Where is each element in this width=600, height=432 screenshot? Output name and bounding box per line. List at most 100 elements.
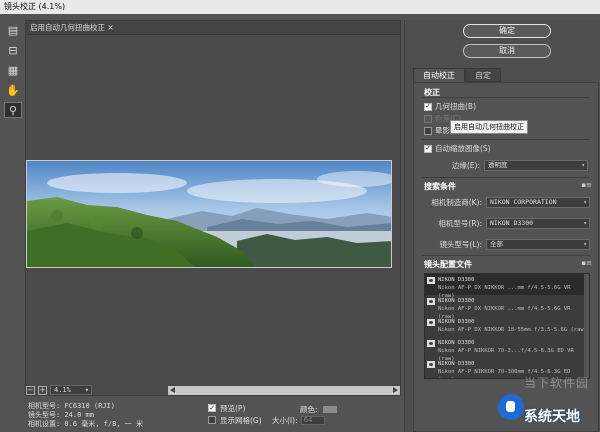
tooltip: 启用自动几何扭曲校正 (450, 120, 528, 134)
camera-model-row: 相机型号(R): NIKON D3300 ▾ (414, 217, 590, 229)
grid-size: 大小(I): 64 (272, 415, 325, 426)
profile-camera: NIKON D3300 (438, 361, 475, 367)
tab-bar: 自动校正 自定 (413, 68, 501, 82)
zoom-level-select[interactable]: 4.1% ▾ (50, 385, 92, 395)
camera-icon (427, 298, 435, 305)
lens-model-value: 全部 (490, 239, 503, 248)
profile-lens: Nikon AF-P DX NIKKOR 18-55mm f/3.5-5.6G … (438, 327, 588, 333)
show-grid-option[interactable]: 显示网格(G) (208, 414, 262, 426)
zoom-out-button[interactable]: − (26, 385, 35, 395)
zoom-tool-icon[interactable]: ⚲ (4, 102, 22, 118)
chevron-down-icon: ▾ (583, 219, 587, 227)
grid-color: 颜色: (300, 404, 337, 415)
cancel-button[interactable]: 取消 (463, 44, 551, 58)
auto-scale-checkbox[interactable]: ✓ (424, 144, 432, 153)
zoom-level-value: 4.1% (54, 386, 71, 394)
list-item[interactable]: NIKON D3300 Nikon AF-P DX NIKKOR 18-55mm … (425, 316, 589, 337)
chevron-down-icon: ▾ (583, 198, 587, 206)
vignette-checkbox[interactable] (424, 126, 432, 135)
profiles-menu-icon[interactable]: ▪≡ (581, 259, 592, 267)
tool-palette: ▤ ⊟ ▦ ✋ ⚲ (4, 20, 26, 122)
preview-canvas[interactable]: 启用自动几何扭曲校正 × (25, 20, 401, 396)
preview-option[interactable]: ✓ 预览(P) (208, 402, 262, 414)
geometric-distortion-label: 几何扭曲(B) (435, 102, 476, 111)
grid-size-field[interactable]: 64 (300, 416, 325, 425)
profile-camera: NIKON D3300 (438, 340, 475, 346)
camera-model-label: 相机型号(R): (438, 218, 482, 228)
geometric-distortion-checkbox[interactable]: ✓ (424, 102, 432, 111)
camera-model-line: 相机型号: FC6310 (RJI) (28, 402, 116, 410)
window-title: 镜头校正 (4.1%) (0, 0, 600, 14)
divider (422, 255, 590, 256)
edge-label: 边缘(E): (451, 160, 480, 170)
search-section-title: 搜索条件 (424, 182, 456, 191)
profiles-section-title: 镜头配置文件 (424, 260, 472, 269)
lens-model-line: 镜头型号: 24.0 mm (28, 411, 94, 419)
camera-maker-row: 相机制造商(K): NIKON CORPORATION ▾ (414, 196, 590, 208)
remove-distortion-tool-icon[interactable]: ▤ (4, 22, 22, 38)
watermark-logo-icon (498, 394, 524, 420)
preview-header: 启用自动几何扭曲校正 × (26, 21, 400, 35)
camera-model-value: NIKON D3300 (490, 218, 534, 227)
zoom-in-button[interactable]: + (38, 385, 47, 395)
watermark: 当下软件园 系统天地 (494, 370, 600, 432)
profile-list-scrollbar[interactable] (584, 274, 589, 378)
divider (422, 177, 590, 178)
list-item[interactable]: NIKON D3300 Nikon AF-P NIKKOR 70-3...f/4.… (425, 337, 589, 362)
divider (422, 139, 590, 140)
profile-camera: NIKON D3300 (438, 298, 475, 304)
hand-tool-icon[interactable]: ✋ (4, 82, 22, 98)
close-icon[interactable]: × (107, 23, 113, 32)
horizontal-scrollbar[interactable] (168, 386, 400, 395)
zoom-controls: − + 4.1% ▾ (26, 384, 92, 396)
camera-model-select[interactable]: NIKON D3300 ▾ (486, 217, 590, 229)
chromatic-aberration-checkbox[interactable] (424, 114, 432, 123)
camera-maker-label: 相机制造商(K): (431, 197, 482, 207)
list-item[interactable]: NIKON D3300 Nikon AF-P DX NIKKOR ...mm f/… (425, 295, 589, 320)
auto-scale-label: 自动缩放图像(S) (435, 144, 491, 153)
grid-size-label: 大小(I): (272, 416, 298, 425)
show-grid-label: 显示网格(G) (220, 415, 262, 425)
chevron-down-icon: ▾ (583, 240, 587, 248)
preview-header-text: 启用自动几何扭曲校正 (30, 23, 105, 32)
chevron-down-icon: ▾ (84, 386, 89, 394)
profile-camera: NIKON D3300 (438, 319, 475, 325)
show-grid-checkbox[interactable] (208, 416, 216, 424)
edge-row: 边缘(E): 透明度 ▾ (412, 159, 588, 171)
lens-model-select[interactable]: 全部 ▾ (486, 238, 590, 250)
lens-profile-list[interactable]: NIKON D3300 Nikon AF-P DX NIKKOR ...mm f/… (424, 273, 590, 379)
camera-maker-value: NIKON CORPORATION (490, 197, 557, 206)
landscape-photo (26, 160, 392, 268)
preview-label: 预览(P) (220, 403, 246, 413)
watermark-text-bottom: 系统天地 (524, 409, 580, 425)
move-grid-tool-icon[interactable]: ▦ (4, 62, 22, 78)
divider (422, 97, 590, 98)
profile-camera: NIKON D3300 (438, 277, 475, 283)
edge-select[interactable]: 透明度 ▾ (484, 159, 588, 171)
auto-scale-option[interactable]: ✓ 自动缩放图像(S) (424, 143, 491, 154)
preview-options: ✓ 预览(P) 显示网格(G) (208, 402, 262, 426)
camera-metadata: 相机型号: FC6310 (RJI) 镜头型号: 24.0 mm 相机设置: 0… (28, 402, 143, 429)
chevron-down-icon: ▾ (581, 161, 585, 169)
grid-color-swatch[interactable] (322, 406, 337, 413)
preview-checkbox[interactable]: ✓ (208, 404, 216, 412)
lens-model-row: 镜头型号(L): 全部 ▾ (414, 238, 590, 250)
watermark-text-top: 当下软件园 (524, 376, 590, 390)
search-menu-icon[interactable]: ▪≡ (581, 181, 592, 189)
tab-custom[interactable]: 自定 (465, 68, 501, 82)
tab-auto-correction[interactable]: 自动校正 (413, 68, 465, 82)
camera-icon (427, 361, 435, 368)
straighten-tool-icon[interactable]: ⊟ (4, 42, 22, 58)
camera-settings-line: 相机设置: 0.6 毫米, f/8, 一 米 (28, 420, 144, 428)
camera-icon (427, 319, 435, 326)
camera-icon (427, 340, 435, 347)
ok-button[interactable]: 确定 (463, 24, 551, 38)
scroll-left-icon[interactable] (170, 387, 175, 393)
camera-maker-select[interactable]: NIKON CORPORATION ▾ (486, 196, 590, 208)
grid-color-label: 颜色: (300, 405, 318, 414)
list-item[interactable]: NIKON D3300 Nikon AF-P DX NIKKOR ...mm f/… (425, 274, 589, 299)
scroll-right-icon[interactable] (393, 387, 398, 393)
edge-value: 透明度 (488, 160, 508, 169)
camera-icon (427, 277, 435, 284)
geometric-distortion-option[interactable]: ✓ 几何扭曲(B) (424, 101, 476, 112)
